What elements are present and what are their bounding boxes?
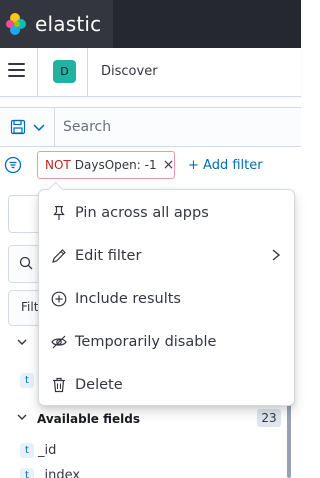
top-brand-bar: elastic (0, 0, 301, 48)
app-header: D Discover (0, 48, 301, 97)
space-avatar[interactable]: D (53, 60, 76, 83)
filter-pill[interactable]: NOT DaysOpen: -1 × (37, 151, 175, 179)
available-fields-header[interactable]: Available fields 23 (0, 404, 285, 434)
field-name: _index (38, 468, 81, 478)
brand-name: elastic (35, 12, 102, 36)
menu-toggle-button[interactable] (8, 63, 25, 77)
header-divider (87, 48, 88, 96)
search-input[interactable]: Search (63, 119, 111, 135)
elastic-home-link[interactable]: elastic (0, 0, 113, 48)
search-icon (19, 256, 33, 270)
plus-circle-icon (51, 291, 67, 307)
available-fields-count: 23 (257, 409, 281, 427)
elastic-logo-icon (6, 13, 26, 35)
chevron-right-icon (272, 249, 281, 261)
menu-item-label: Edit filter (75, 247, 142, 264)
menu-item-pin-across-all-apps[interactable]: Pin across all apps (39, 191, 296, 234)
menu-item-label: Temporarily disable (75, 333, 217, 350)
available-fields-label: Available fields (37, 412, 141, 426)
pencil-icon (51, 248, 67, 264)
query-bar: Search (0, 107, 301, 147)
scrollbar[interactable] (287, 400, 291, 478)
field-list-item[interactable]: t _index (0, 464, 285, 478)
close-icon[interactable]: × (163, 157, 175, 173)
trash-icon (51, 377, 67, 393)
add-filter-button[interactable]: + Add filter (188, 158, 263, 173)
pin-icon (51, 205, 67, 221)
chevron-down-icon (33, 124, 45, 132)
field-type-icon: t (20, 468, 34, 478)
field-list-item[interactable]: t _id (0, 439, 285, 463)
field-name: _id (38, 443, 57, 458)
save-icon (10, 119, 26, 135)
field-type-icon: t (20, 373, 34, 388)
filter-actions-popover: Pin across all apps Edit filter Include … (38, 181, 296, 406)
menu-item-delete[interactable]: Delete (39, 363, 296, 406)
chevron-down-icon (17, 414, 27, 420)
filter-negation: NOT (45, 158, 71, 172)
filter-options-icon[interactable] (4, 156, 22, 174)
menu-item-label: Delete (75, 376, 123, 393)
menu-item-edit-filter[interactable]: Edit filter (39, 234, 296, 277)
menu-item-temporarily-disable[interactable]: Temporarily disable (39, 320, 296, 363)
filter-label: DaysOpen: -1 (74, 158, 157, 172)
menu-item-label: Pin across all apps (75, 204, 209, 221)
breadcrumb: Discover (101, 64, 158, 79)
menu-item-label: Include results (75, 290, 181, 307)
eye-closed-icon (51, 334, 67, 350)
menu-item-include-results[interactable]: Include results (39, 277, 296, 320)
saved-query-button[interactable] (0, 108, 55, 146)
filter-bar: NOT DaysOpen: -1 × + Add filter (0, 148, 301, 182)
field-type-icon: t (20, 443, 34, 458)
chevron-down-icon[interactable] (16, 336, 28, 348)
header-divider (37, 48, 38, 96)
